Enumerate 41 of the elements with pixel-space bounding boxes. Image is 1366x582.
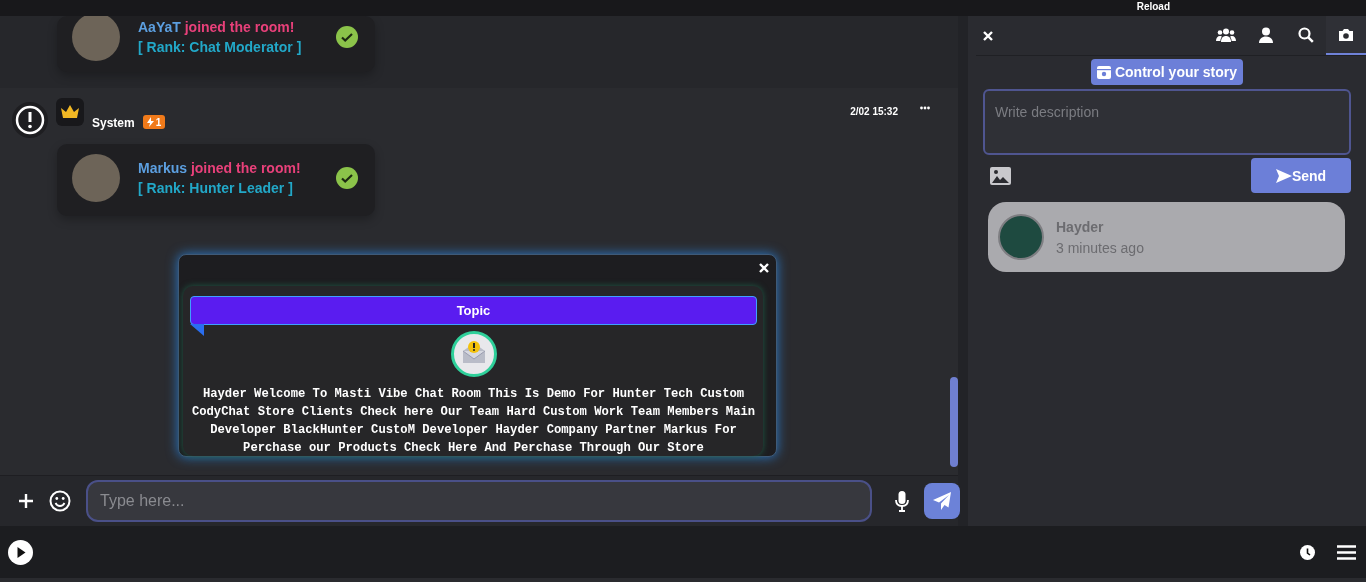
warning-icon bbox=[12, 102, 48, 138]
join-text: Markus joined the room! bbox=[138, 159, 302, 178]
rank-text: [ Rank: Chat Moderator ] bbox=[138, 38, 303, 57]
message-time: 2/02 15:32 bbox=[850, 106, 898, 117]
camera-icon[interactable] bbox=[1326, 16, 1366, 55]
image-icon[interactable] bbox=[990, 166, 1011, 185]
play-button[interactable] bbox=[8, 539, 33, 565]
more-icon[interactable] bbox=[920, 106, 930, 110]
send-button[interactable] bbox=[924, 483, 960, 519]
sender-name: System bbox=[92, 116, 135, 130]
emoji-button[interactable] bbox=[48, 489, 72, 513]
close-icon bbox=[982, 29, 994, 42]
reload-link[interactable]: Reload bbox=[1136, 1, 1170, 13]
send-icon bbox=[1275, 168, 1292, 183]
control-story-button[interactable]: Control your story bbox=[1090, 59, 1244, 85]
send-button[interactable]: Send bbox=[1251, 158, 1351, 193]
join-text: AaYaT joined the room! bbox=[138, 18, 296, 37]
crown-icon bbox=[56, 98, 84, 126]
check-icon bbox=[335, 166, 359, 190]
avatar-photo bbox=[72, 154, 120, 202]
message-input[interactable]: Type here... bbox=[86, 480, 872, 522]
story-author: Hayder bbox=[1056, 218, 1105, 235]
rank-text: [ Rank: Hunter Leader ] bbox=[138, 179, 294, 198]
topic-title: Topic bbox=[190, 296, 757, 325]
paper-plane-icon bbox=[932, 491, 952, 511]
avatar-picture bbox=[998, 214, 1044, 260]
envelope-warning-icon bbox=[450, 331, 497, 377]
scrollbar-thumb[interactable] bbox=[950, 377, 958, 467]
close-icon bbox=[758, 262, 770, 274]
ribbon-fold bbox=[190, 324, 204, 336]
calendar-icon bbox=[1096, 65, 1111, 79]
check-icon bbox=[335, 25, 359, 49]
story-time: 3 minutes ago bbox=[1056, 239, 1144, 256]
story-card[interactable]: Hayder 3 minutes ago bbox=[988, 202, 1345, 272]
topic-text: Hayder Welcome To Masti Vibe Chat Room This Is Demo For Hunter Tech Custom CodyChat Store Clients Check here Our Team Hard Custom Work Team Members Main Developer BlackHunter CustoM Developer Hayder Company Partner Markus For Perchase our Products Check Here And Perchase Through Our Store bbox=[190, 386, 757, 457]
description-field[interactable]: Write description bbox=[983, 89, 1351, 155]
avatar-photo bbox=[72, 16, 120, 61]
clock-icon[interactable] bbox=[1300, 544, 1315, 560]
level-badge: 1 bbox=[142, 115, 166, 129]
plus-icon bbox=[18, 493, 34, 509]
menu-icon[interactable] bbox=[1337, 544, 1356, 560]
